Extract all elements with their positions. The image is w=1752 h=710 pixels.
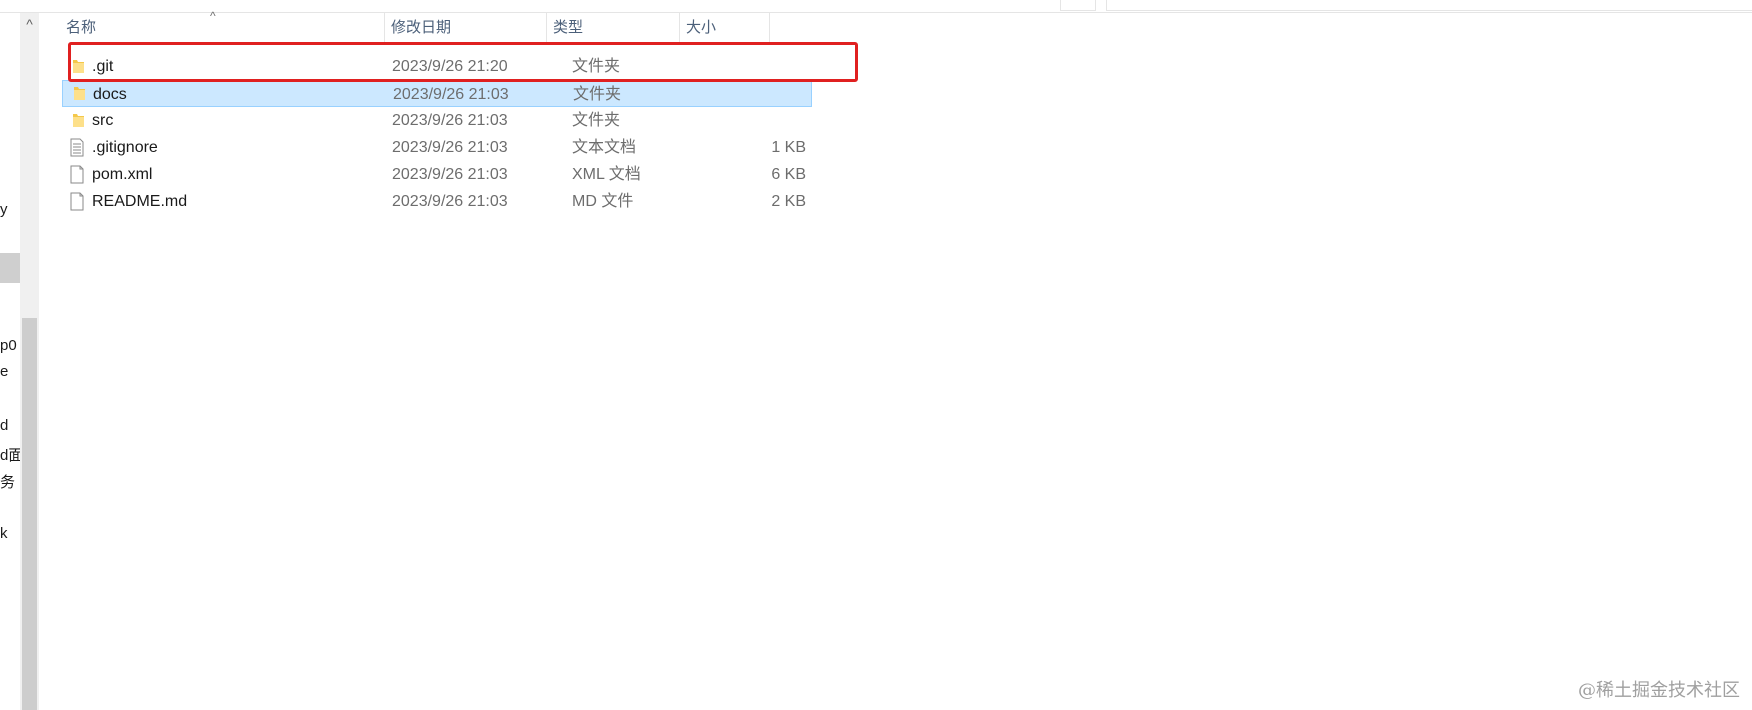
file-name: README.md — [92, 193, 188, 210]
file-explorer-window: y p0 e d d面 务 k ^ ^ 名称 修改日期 类型 大小 .git 2… — [0, 0, 1752, 710]
column-header-row: ^ 名称 修改日期 类型 大小 — [60, 9, 820, 43]
file-size: 6 KB — [771, 166, 806, 183]
file-size — [724, 107, 806, 134]
table-row[interactable]: src 2023/9/26 21:03 文件夹 — [60, 107, 820, 134]
table-row[interactable]: README.md 2023/9/26 21:03 MD 文件 2 KB — [60, 188, 820, 215]
file-size: 2 KB — [771, 193, 806, 210]
navigation-pane: y p0 e d d面 务 k — [0, 13, 20, 710]
file-type: 文本文档 — [572, 139, 637, 156]
file-icon — [70, 192, 84, 211]
file-size — [725, 81, 807, 108]
scrollbar-thumb[interactable] — [22, 318, 37, 710]
column-header-date[interactable]: 修改日期 — [385, 13, 547, 43]
toolbar-button[interactable] — [1060, 0, 1096, 11]
column-header-name[interactable]: 名称 — [60, 13, 385, 43]
nav-scrollbar[interactable]: ^ — [20, 13, 39, 710]
file-type: XML 文档 — [572, 166, 641, 183]
nav-item[interactable]: d面 — [0, 444, 20, 465]
scroll-up-icon[interactable]: ^ — [20, 13, 39, 35]
file-date: 2023/9/26 21:03 — [392, 166, 508, 183]
file-name: src — [92, 112, 114, 129]
nav-item[interactable]: p0 — [0, 337, 17, 354]
search-box[interactable] — [1106, 0, 1752, 11]
folder-icon — [74, 87, 85, 100]
table-row-selected[interactable]: docs 2023/9/26 21:03 文件夹 — [62, 80, 812, 107]
column-header-type[interactable]: 类型 — [547, 13, 680, 43]
file-date: 2023/9/26 21:03 — [393, 86, 509, 103]
nav-item[interactable]: k — [0, 525, 8, 542]
file-name: pom.xml — [92, 166, 153, 183]
file-date: 2023/9/26 21:03 — [392, 139, 508, 156]
column-header-size[interactable]: 大小 — [680, 13, 770, 43]
highlight-annotation — [68, 42, 858, 82]
toolbar-strip — [0, 0, 1752, 13]
nav-item[interactable]: d — [0, 417, 8, 434]
folder-icon — [73, 114, 84, 127]
file-icon — [70, 165, 84, 184]
file-list: ^ 名称 修改日期 类型 大小 .git 2023/9/26 21:20 文件夹 — [60, 9, 820, 211]
file-name: .gitignore — [92, 139, 158, 156]
file-size: 1 KB — [771, 139, 806, 156]
nav-item[interactable]: y — [0, 201, 8, 218]
table-row[interactable]: .gitignore 2023/9/26 21:03 文本文档 1 KB — [60, 134, 820, 161]
watermark: @稀土掘金技术社区 — [1578, 680, 1740, 701]
file-type: 文件夹 — [572, 112, 621, 129]
table-row[interactable]: pom.xml 2023/9/26 21:03 XML 文档 6 KB — [60, 161, 820, 188]
file-date: 2023/9/26 21:03 — [392, 112, 508, 129]
nav-item[interactable]: e — [0, 363, 8, 380]
nav-item[interactable]: 务 — [0, 471, 15, 492]
nav-item-selected[interactable] — [0, 253, 20, 283]
file-type: MD 文件 — [572, 193, 634, 210]
file-type: 文件夹 — [573, 86, 622, 103]
file-name: docs — [93, 86, 127, 103]
file-date: 2023/9/26 21:03 — [392, 193, 508, 210]
text-file-icon — [70, 138, 84, 157]
